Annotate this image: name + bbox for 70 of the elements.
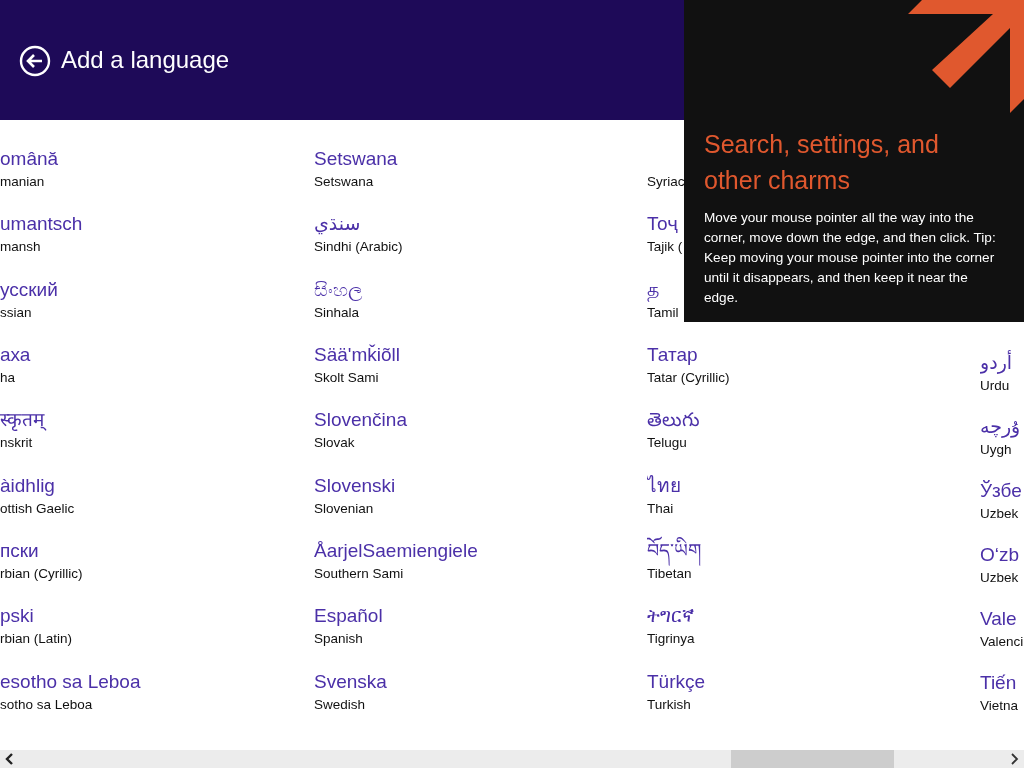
language-native-name[interactable]: esotho sa Leboa xyxy=(0,666,141,697)
language-native-name[interactable]: пски xyxy=(0,535,39,566)
language-english-name[interactable]: Tibetan xyxy=(647,565,692,581)
language-english-name[interactable]: Syriac xyxy=(647,174,685,189)
tip-body: Move your mouse pointer all the way into the corner, move down the edge, and then click. Tip: Keep moving your mouse pointer into the corner until it disappears, and then keep it near the edge. xyxy=(704,209,997,307)
language-native-name[interactable]: བོད་ཡིག xyxy=(647,535,701,566)
page-title: Add a language xyxy=(61,46,230,74)
language-english-name[interactable]: Spanish xyxy=(314,631,363,647)
language-english-name[interactable]: Uzbek xyxy=(980,570,1019,585)
language-english-name[interactable]: Tajik ( xyxy=(647,239,683,255)
language-native-name[interactable]: àidhlig xyxy=(0,470,55,501)
language-native-name[interactable]: Español xyxy=(314,601,383,632)
language-native-name[interactable]: усский xyxy=(0,274,58,305)
language-english-name[interactable]: Swedish xyxy=(314,696,366,712)
horizontal-scrollbar[interactable] xyxy=(0,750,1024,768)
scroll-thumb[interactable] xyxy=(731,750,894,768)
language-native-name[interactable]: Татар xyxy=(647,340,698,370)
language-english-name[interactable]: Sinhala xyxy=(314,304,360,320)
language-english-name[interactable]: mansh xyxy=(0,239,41,255)
language-english-name[interactable]: Setswana xyxy=(314,174,374,189)
language-english-name[interactable]: manian xyxy=(0,174,45,189)
language-english-name[interactable]: Sindhi (Arabic) xyxy=(314,239,403,255)
language-native-name[interactable]: أردو xyxy=(980,348,1013,378)
language-english-name[interactable]: Slovak xyxy=(314,435,355,451)
language-english-name[interactable]: sotho sa Leboa xyxy=(0,696,93,712)
language-native-name[interactable]: ትግርኛ xyxy=(647,601,694,632)
language-english-name[interactable]: Thai xyxy=(647,500,674,516)
back-icon[interactable] xyxy=(19,45,51,77)
language-english-name[interactable]: nskrit xyxy=(0,435,33,451)
language-english-name[interactable]: Telugu xyxy=(647,435,687,451)
language-native-name[interactable]: omână xyxy=(0,144,59,174)
language-english-name[interactable]: Valenci xyxy=(980,634,1024,649)
language-native-name[interactable]: سنڌي xyxy=(314,209,361,240)
language-native-name[interactable]: Tiến xyxy=(980,668,1017,698)
language-english-name[interactable]: Urdu xyxy=(980,378,1010,393)
language-english-name[interactable]: Vietna xyxy=(980,698,1019,713)
language-english-name[interactable]: Uzbek xyxy=(980,506,1019,521)
language-english-name[interactable]: Skolt Sami xyxy=(314,370,379,385)
language-native-name[interactable]: Тоҷ xyxy=(647,209,678,240)
language-native-name[interactable]: pski xyxy=(0,601,34,632)
language-native-name[interactable]: Türkçe xyxy=(647,666,706,697)
language-native-name[interactable]: Svenska xyxy=(314,666,387,697)
language-english-name[interactable]: Southern Sami xyxy=(314,565,404,581)
language-english-name[interactable]: Turkish xyxy=(647,696,691,712)
language-native-name[interactable]: ۇرچە xyxy=(980,412,1021,442)
corner-arrow-icon xyxy=(908,0,1024,114)
language-native-name[interactable]: Setswana xyxy=(314,144,398,174)
language-native-name[interactable]: Slovenski xyxy=(314,470,396,501)
language-english-name[interactable]: ssian xyxy=(0,304,32,320)
tip-heading: Search, settings, and other charms xyxy=(704,129,940,196)
language-english-name[interactable]: ottish Gaelic xyxy=(0,500,75,516)
language-english-name[interactable]: Tigrinya xyxy=(647,631,695,647)
language-english-name[interactable]: ha xyxy=(0,370,16,385)
language-native-name[interactable]: ÅarjelSaemiengiele xyxy=(314,535,478,566)
language-english-name[interactable]: rbian (Cyrillic) xyxy=(0,565,83,581)
language-native-name[interactable]: Ўзбе xyxy=(980,476,1022,506)
language-native-name[interactable]: తెలుగు xyxy=(647,405,700,436)
language-native-name[interactable]: аха xyxy=(0,340,31,370)
language-native-name[interactable]: Vale xyxy=(980,604,1017,634)
language-english-name[interactable]: Tamil xyxy=(647,304,679,320)
language-native-name[interactable]: umantsch xyxy=(0,209,83,240)
language-english-name[interactable]: rbian (Latin) xyxy=(0,631,73,647)
language-native-name[interactable]: සිංහල xyxy=(314,274,363,305)
language-native-name[interactable]: த xyxy=(647,274,659,305)
language-native-name[interactable]: Slovenčina xyxy=(314,405,407,436)
language-native-name[interactable]: Sääʹmǩiõll xyxy=(314,340,400,370)
language-native-name[interactable]: O‘zb xyxy=(980,540,1020,570)
language-english-name[interactable]: Tatar (Cyrillic) xyxy=(647,370,730,385)
language-english-name[interactable]: Uygh xyxy=(980,442,1012,457)
language-english-name[interactable]: Slovenian xyxy=(314,500,374,516)
